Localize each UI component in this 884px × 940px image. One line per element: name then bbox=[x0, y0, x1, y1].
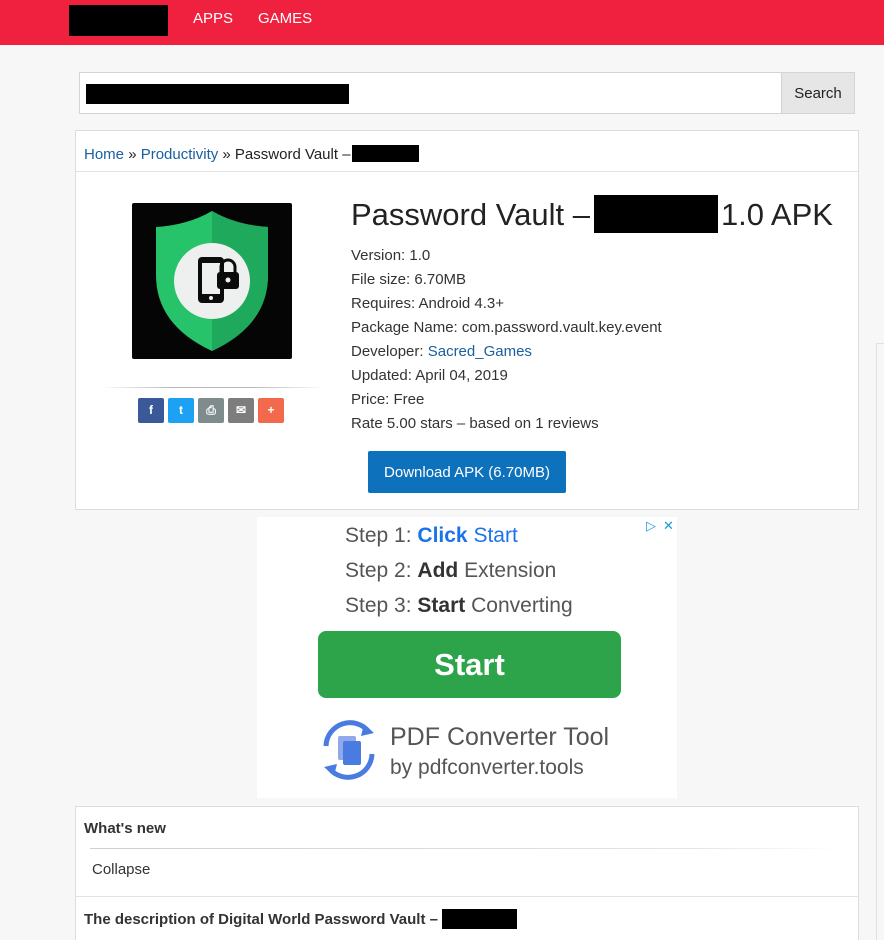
ad-start-button[interactable]: Start bbox=[318, 631, 621, 698]
developer-link[interactable]: Sacred_Games bbox=[428, 343, 532, 360]
ad-step-1: Step 1: Click Start bbox=[345, 524, 518, 547]
facebook-icon[interactable]: f bbox=[138, 398, 164, 423]
adchoices-icon[interactable]: ▷ bbox=[646, 518, 656, 534]
redacted-text bbox=[351, 145, 419, 162]
divider bbox=[101, 387, 325, 388]
plus-icon[interactable]: + bbox=[258, 398, 284, 423]
shield-lock-phone-icon bbox=[156, 211, 268, 351]
breadcrumb-category[interactable]: Productivity bbox=[141, 146, 219, 163]
download-apk-button[interactable]: Download APK (6.70MB) bbox=[368, 451, 566, 493]
ad-step-2: Step 2: Add Extension bbox=[345, 559, 557, 582]
details-panel: What's new Collapse The description of D… bbox=[75, 806, 859, 940]
site-logo[interactable] bbox=[69, 5, 168, 36]
version-value: 1.0 bbox=[409, 247, 431, 264]
requires-value: Android 4.3+ bbox=[418, 295, 505, 312]
app-title: Password Vault – 1.0 APK bbox=[351, 195, 833, 233]
redacted-text bbox=[593, 195, 718, 233]
price-row: Price: Free bbox=[351, 391, 425, 408]
app-title-prefix: Password Vault – bbox=[351, 197, 590, 232]
breadcrumb: Home » Productivity » Password Vault – bbox=[84, 145, 419, 163]
file-size-row: File size: 6.70MB bbox=[351, 271, 467, 288]
version-row: Version: 1.0 bbox=[351, 247, 431, 264]
divider bbox=[90, 848, 840, 849]
breadcrumb-home[interactable]: Home bbox=[84, 146, 124, 163]
ad-brand-name: PDF Converter Tool bbox=[390, 723, 610, 751]
ad-brand-url: by pdfconverter.tools bbox=[390, 756, 584, 779]
requires-row: Requires: Android 4.3+ bbox=[351, 295, 505, 312]
package-row: Package Name: com.password.vault.key.eve… bbox=[351, 319, 662, 336]
price-value: Free bbox=[393, 391, 425, 408]
breadcrumb-current: Password Vault – bbox=[234, 146, 351, 163]
ad-step-3: Step 3: Start Converting bbox=[345, 594, 573, 617]
sidebar-edge bbox=[876, 383, 877, 940]
search-input[interactable] bbox=[79, 72, 781, 114]
email-icon[interactable]: ✉ bbox=[228, 398, 254, 423]
sidebar-edge bbox=[876, 343, 884, 383]
whats-new-heading: What's new bbox=[84, 820, 166, 837]
redacted-text bbox=[441, 909, 517, 929]
twitter-icon[interactable]: t bbox=[168, 398, 194, 423]
ad-close-icon[interactable]: ✕ bbox=[663, 518, 674, 534]
app-title-suffix: 1.0 APK bbox=[720, 197, 833, 232]
advertisement[interactable]: ▷ ✕ Step 1: Click Start Step 2: Add Exte… bbox=[257, 517, 677, 798]
updated-value: April 04, 2019 bbox=[415, 367, 508, 384]
developer-row: Developer: Sacred_Games bbox=[351, 343, 532, 360]
file-size-value: 6.70MB bbox=[414, 271, 467, 288]
search-button[interactable]: Search bbox=[781, 72, 855, 114]
collapse-toggle[interactable]: Collapse bbox=[92, 861, 150, 878]
package-value: com.password.vault.key.event bbox=[461, 319, 662, 336]
app-info-card: Home » Productivity » Password Vault – f… bbox=[75, 130, 859, 510]
breadcrumb-separator: » bbox=[128, 146, 137, 163]
rating-text: Rate 5.00 stars – based on 1 reviews bbox=[351, 415, 599, 432]
divider bbox=[76, 896, 858, 897]
top-nav-bar: APPS GAMES bbox=[0, 0, 884, 45]
description-heading: The description of Digital World Passwor… bbox=[84, 909, 517, 929]
app-icon bbox=[132, 203, 292, 359]
divider bbox=[76, 171, 858, 172]
search-query-redacted bbox=[86, 84, 349, 104]
nav-apps-link[interactable]: APPS bbox=[193, 10, 233, 27]
pdf-converter-logo-icon bbox=[323, 720, 375, 780]
breadcrumb-separator: » bbox=[222, 146, 231, 163]
updated-row: Updated: April 04, 2019 bbox=[351, 367, 508, 384]
print-icon[interactable]: ⎙ bbox=[198, 398, 224, 423]
nav-games-link[interactable]: GAMES bbox=[258, 10, 312, 27]
